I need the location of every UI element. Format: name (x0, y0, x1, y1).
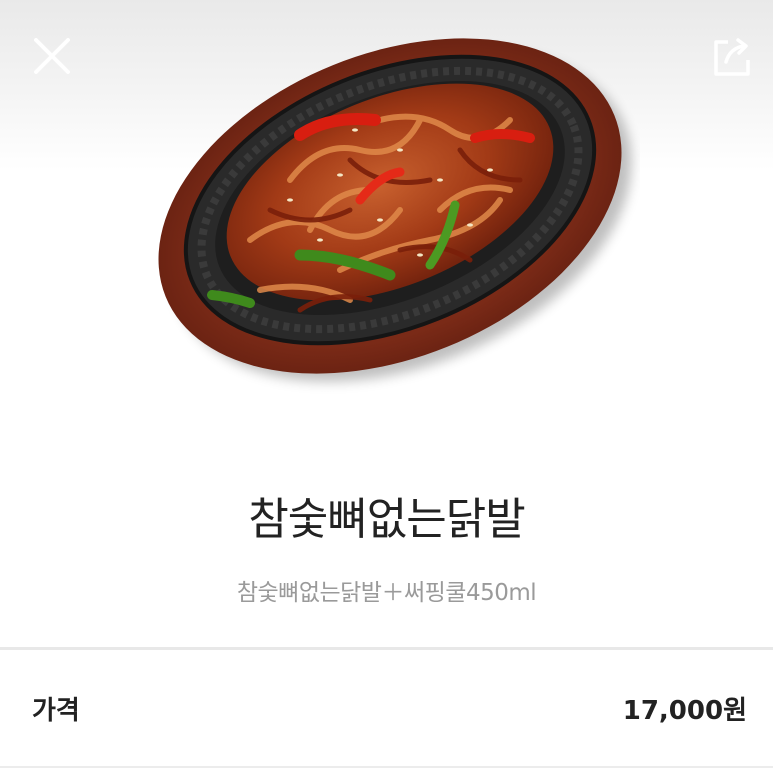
price-label: 가격 (32, 696, 80, 726)
price-row: 가격 17,000원 (0, 650, 773, 766)
divider (0, 766, 773, 768)
share-button[interactable] (706, 32, 754, 80)
share-icon (714, 38, 750, 76)
close-icon (34, 38, 70, 74)
food-photo (158, 38, 632, 382)
close-button[interactable] (28, 32, 76, 80)
price-value: 17,000원 (622, 696, 747, 726)
product-title: 참숯뼈없는닭발 (248, 494, 525, 545)
product-description: 참숯뼈없는닭발＋써핑쿨450ml (236, 580, 537, 606)
product-hero-image (0, 0, 773, 440)
